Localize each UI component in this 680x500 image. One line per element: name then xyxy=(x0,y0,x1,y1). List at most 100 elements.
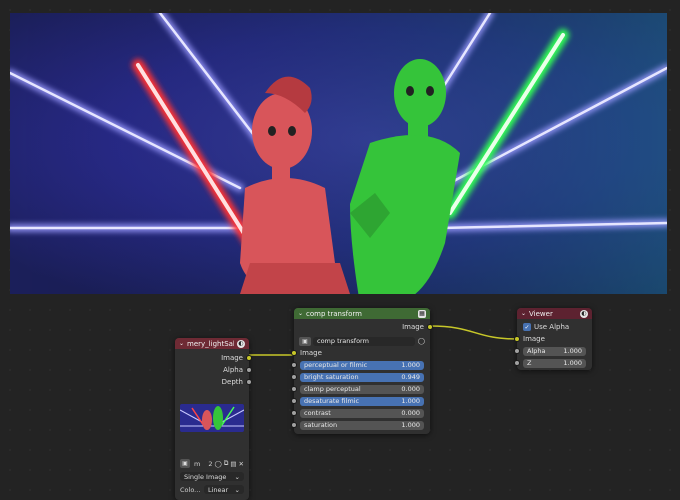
param-row: clamp perceptual 0.000 xyxy=(291,383,430,395)
comp-output-image-label: Image xyxy=(402,323,424,331)
group-name-value: comp transform xyxy=(317,337,369,345)
viewer-title: Viewer xyxy=(529,309,553,318)
source-select[interactable]: Single Image ⌄ xyxy=(180,472,244,481)
param-label: contrast xyxy=(304,409,331,417)
source-row: Single Image ⌄ xyxy=(175,471,249,482)
duplicate-icon[interactable]: ⧉ xyxy=(224,459,229,468)
param-row: bright saturation 0.949 xyxy=(291,371,430,383)
use-alpha-row: ✓ Use Alpha xyxy=(517,321,592,333)
output-image-label: Image xyxy=(221,354,243,362)
link-comp-to-viewer xyxy=(429,325,518,340)
colorspace-select[interactable]: Linear ⌄ xyxy=(204,485,244,494)
comp-input-image-socket[interactable] xyxy=(291,350,297,356)
param-socket[interactable] xyxy=(291,410,297,416)
viewer-input-image-socket[interactable] xyxy=(514,336,520,342)
use-alpha-label: Use Alpha xyxy=(534,323,570,331)
viewer-header[interactable]: ⌄ Viewer ◐ xyxy=(517,308,592,319)
image-datablock-row: ▣ m 2 ◯ ⧉ ▤ ✕ xyxy=(175,458,249,469)
node-group-icon[interactable]: ▦ xyxy=(418,309,426,318)
chevron-down-icon: ⌄ xyxy=(234,485,240,494)
source-value: Single Image xyxy=(184,472,227,481)
output-image-socket[interactable] xyxy=(246,355,252,361)
param-field-perceptual[interactable]: perceptual or filmic 1.000 xyxy=(300,360,424,370)
image-preview-thumbnail xyxy=(180,404,244,432)
viewer-alpha-row: Alpha 1.000 xyxy=(514,345,592,357)
viewer-z-socket[interactable] xyxy=(514,360,520,366)
param-field-desaturate-filmic[interactable]: desaturate filmic 1.000 xyxy=(300,396,424,406)
chevron-down-icon: ⌄ xyxy=(234,472,240,481)
image-user-count: 2 xyxy=(208,459,213,468)
image-name-field[interactable]: m xyxy=(194,460,200,468)
output-alpha-row: Alpha xyxy=(175,364,252,376)
close-icon[interactable]: ✕ xyxy=(239,460,244,468)
param-row: perceptual or filmic 1.000 xyxy=(291,359,430,371)
viewer-input-image-label: Image xyxy=(523,335,545,343)
param-field-bright-saturation[interactable]: bright saturation 0.949 xyxy=(300,372,424,382)
colorspace-label: Colo... xyxy=(180,485,201,494)
param-socket[interactable] xyxy=(291,422,297,428)
param-row: contrast 0.000 xyxy=(291,407,430,419)
param-row: saturation 1.000 xyxy=(291,419,430,431)
param-value: 1.000 xyxy=(401,361,420,369)
param-socket[interactable] xyxy=(291,362,297,368)
image-node[interactable]: ⌄ mery_lightSaber. ◐ Image Alpha Depth ▣… xyxy=(175,338,252,500)
viewer-z-value: 1.000 xyxy=(563,359,582,367)
param-field-saturation[interactable]: saturation 1.000 xyxy=(300,420,424,430)
param-socket[interactable] xyxy=(291,374,297,380)
backdrop-render xyxy=(10,13,667,294)
viewer-input-image-row: Image xyxy=(514,333,592,345)
image-browse-icon[interactable]: ▣ xyxy=(180,459,190,468)
comp-input-image-label: Image xyxy=(300,349,322,357)
image-node-header[interactable]: ⌄ mery_lightSaber. ◐ xyxy=(175,338,249,349)
comp-input-image-row: Image xyxy=(291,347,430,359)
node-group-icon[interactable]: ▣ xyxy=(299,336,311,346)
sphere-icon[interactable]: ◐ xyxy=(580,309,588,318)
param-row: desaturate filmic 1.000 xyxy=(291,395,430,407)
group-name-field[interactable]: comp transform xyxy=(313,336,415,346)
fake-user-icon[interactable]: ◯ xyxy=(214,460,221,468)
param-field-contrast[interactable]: contrast 0.000 xyxy=(300,408,424,418)
comp-transform-header[interactable]: ⌄ comp transform ▦ xyxy=(294,308,430,319)
viewer-node[interactable]: ⌄ Viewer ◐ ✓ Use Alpha Image Alpha 1.000… xyxy=(514,308,592,370)
output-depth-socket[interactable] xyxy=(246,379,252,385)
param-label: bright saturation xyxy=(304,373,359,381)
use-alpha-checkbox[interactable]: ✓ xyxy=(523,323,531,331)
chevron-down-icon[interactable]: ⌄ xyxy=(298,310,303,317)
param-label: clamp perceptual xyxy=(304,385,361,393)
output-depth-row: Depth xyxy=(175,376,252,388)
param-label: desaturate filmic xyxy=(304,397,360,405)
viewer-z-field[interactable]: Z 1.000 xyxy=(523,358,586,368)
param-field-clamp-perceptual[interactable]: clamp perceptual 0.000 xyxy=(300,384,424,394)
sphere-icon[interactable]: ◐ xyxy=(237,339,245,348)
check-icon: ✓ xyxy=(524,323,530,331)
viewer-alpha-socket[interactable] xyxy=(514,348,520,354)
viewer-z-label: Z xyxy=(527,359,532,367)
viewer-alpha-field[interactable]: Alpha 1.000 xyxy=(523,346,586,356)
colorspace-row: Colo... Linear ⌄ xyxy=(175,484,249,495)
render-image xyxy=(10,13,667,294)
image-node-title: mery_lightSaber. xyxy=(187,339,234,348)
viewer-alpha-value: 1.000 xyxy=(563,347,582,355)
param-value: 0.949 xyxy=(401,373,420,381)
param-label: saturation xyxy=(304,421,338,429)
group-selector-row: ▣ comp transform ◯ xyxy=(294,335,430,347)
param-value: 0.000 xyxy=(401,385,420,393)
comp-output-image-socket[interactable] xyxy=(427,324,433,330)
comp-transform-title: comp transform xyxy=(306,309,362,318)
chevron-down-icon[interactable]: ⌄ xyxy=(521,310,526,317)
output-alpha-socket[interactable] xyxy=(246,367,252,373)
output-alpha-label: Alpha xyxy=(223,366,243,374)
output-depth-label: Depth xyxy=(221,378,243,386)
output-image-row: Image xyxy=(175,352,252,364)
fake-user-icon[interactable]: ◯ xyxy=(418,337,425,345)
comp-output-image-row: Image xyxy=(294,321,433,333)
param-socket[interactable] xyxy=(291,386,297,392)
open-folder-icon[interactable]: ▤ xyxy=(230,460,236,468)
chevron-down-icon[interactable]: ⌄ xyxy=(179,340,184,347)
colorspace-value: Linear xyxy=(208,485,229,494)
param-label: perceptual or filmic xyxy=(304,361,368,369)
param-socket[interactable] xyxy=(291,398,297,404)
viewer-z-row: Z 1.000 xyxy=(514,357,592,369)
param-value: 0.000 xyxy=(401,409,420,417)
comp-transform-node[interactable]: ⌄ comp transform ▦ Image ▣ comp transfor… xyxy=(291,308,433,434)
